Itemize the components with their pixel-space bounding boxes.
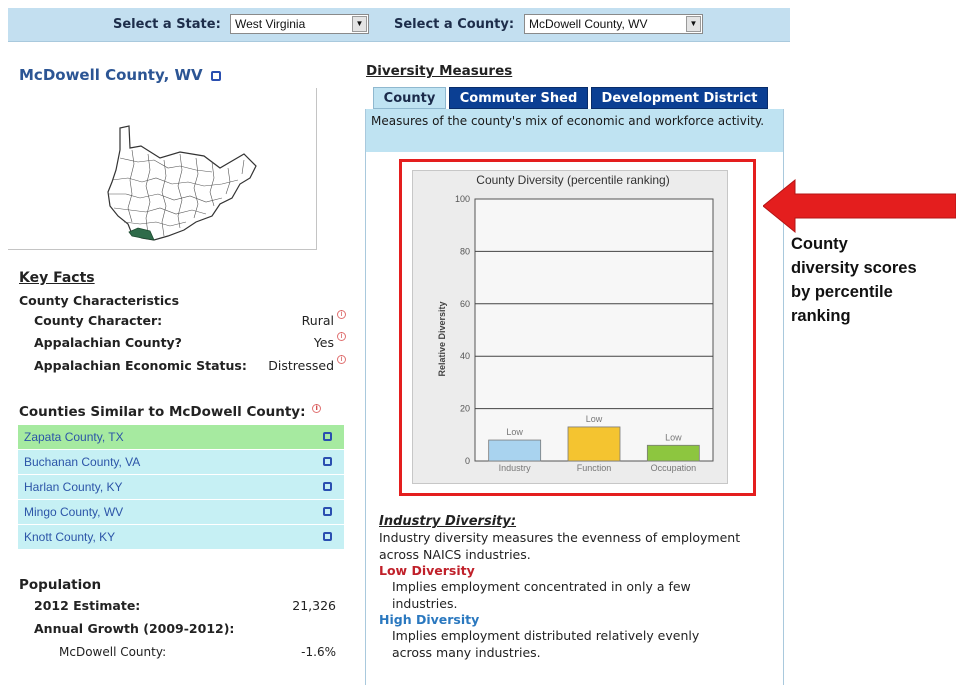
info-icon[interactable]: i — [312, 404, 322, 413]
county-title: McDowell County, WV — [19, 66, 221, 84]
fact-label: Appalachian County? — [34, 335, 182, 350]
external-link-icon[interactable] — [323, 432, 332, 441]
high-diversity-text-1: Implies employment distributed relativel… — [392, 628, 700, 643]
tab-county[interactable]: County — [373, 87, 446, 109]
county-growth-label: McDowell County: — [59, 645, 167, 659]
county-growth-row: McDowell County: -1.6% — [59, 645, 336, 663]
chevron-down-icon[interactable]: ▼ — [352, 16, 367, 32]
similar-counties-heading-text: Counties Similar to McDowell County: — [19, 404, 306, 420]
west-virginia-map — [107, 125, 257, 241]
external-link-icon[interactable] — [323, 507, 332, 516]
similar-county-item[interactable]: Buchanan County, VA — [18, 450, 344, 474]
chevron-down-icon[interactable]: ▼ — [686, 16, 701, 32]
county-select[interactable]: McDowell County, WV ▼ — [524, 14, 703, 34]
callout-line: County — [791, 235, 848, 253]
callout-arrow — [763, 178, 956, 234]
similar-county-link[interactable]: Buchanan County, VA — [24, 455, 140, 469]
fact-row-appalachian: Appalachian County? Yes i — [34, 332, 348, 355]
similar-county-link[interactable]: Mingo County, WV — [24, 505, 123, 519]
similar-counties-heading: Counties Similar to McDowell County: i — [19, 404, 322, 420]
similar-county-link[interactable]: Harlan County, KY — [24, 480, 123, 494]
key-facts-heading: Key Facts — [19, 270, 95, 286]
fact-label: Appalachian Economic Status: — [34, 358, 247, 373]
fact-label: County Character: — [34, 313, 163, 328]
diversity-measures-heading: Diversity Measures — [366, 63, 513, 79]
fact-value: Rural — [301, 313, 334, 328]
similar-county-link[interactable]: Knott County, KY — [24, 530, 115, 544]
fact-row-economic-status: Appalachian Economic Status: Distressed … — [34, 355, 348, 378]
external-link-icon[interactable] — [323, 457, 332, 466]
fact-value: Distressed — [268, 358, 334, 373]
county-select-value: McDowell County, WV — [529, 17, 648, 31]
county-select-label: Select a County: — [394, 17, 515, 32]
state-select[interactable]: West Virginia ▼ — [230, 14, 369, 34]
high-diversity-text-2: across many industries. — [392, 645, 541, 660]
external-link-icon[interactable] — [210, 71, 221, 81]
county-growth-value: -1.6% — [301, 645, 336, 659]
population-estimate-row: 2012 Estimate: 21,326 — [34, 598, 336, 616]
similar-county-item[interactable]: Zapata County, TX — [18, 425, 344, 449]
red-arrow-icon — [763, 178, 956, 234]
tab-development-district[interactable]: Development District — [591, 87, 768, 109]
callout-line: diversity scores — [791, 259, 917, 277]
tab-commuter-shed[interactable]: Commuter Shed — [449, 87, 588, 109]
selector-bar: Select a State: West Virginia ▼ Select a… — [8, 8, 790, 42]
similar-county-item[interactable]: Knott County, KY — [18, 525, 344, 549]
callout-line: by percentile — [791, 283, 893, 301]
population-estimate-label: 2012 Estimate: — [34, 598, 141, 613]
low-diversity-text-2: industries. — [392, 596, 458, 611]
annual-growth-label: Annual Growth (2009-2012): — [34, 621, 235, 636]
fact-value: Yes — [313, 335, 334, 350]
callout-text: County diversity scores by percentile ra… — [791, 232, 956, 328]
low-diversity-heading: Low Diversity — [379, 563, 475, 578]
industry-diversity-heading: Industry Diversity: — [379, 514, 517, 529]
external-link-icon[interactable] — [323, 532, 332, 541]
state-select-value: West Virginia — [235, 17, 306, 31]
fact-row-character: County Character: Rural i — [34, 310, 348, 333]
state-select-label: Select a State: — [113, 17, 221, 32]
similar-county-item[interactable]: Harlan County, KY — [18, 475, 344, 499]
info-icon[interactable]: i — [337, 355, 346, 364]
info-icon[interactable]: i — [337, 332, 346, 341]
external-link-icon[interactable] — [323, 482, 332, 491]
info-icon[interactable]: i — [337, 310, 346, 319]
similar-county-item[interactable]: Mingo County, WV — [18, 500, 344, 524]
county-map — [8, 88, 317, 250]
similar-county-link[interactable]: Zapata County, TX — [24, 430, 124, 444]
panel-description: Measures of the county's mix of economic… — [366, 109, 783, 152]
callout-line: ranking — [791, 307, 851, 325]
county-characteristics-heading: County Characteristics — [19, 293, 180, 308]
similar-counties-list: Zapata County, TX Buchanan County, VA Ha… — [18, 425, 344, 550]
county-title-text: McDowell County, WV — [19, 66, 203, 84]
annual-growth-label-row: Annual Growth (2009-2012): — [34, 621, 234, 639]
population-heading: Population — [19, 577, 102, 593]
chart-highlight-box — [399, 159, 756, 496]
industry-diversity-text-1: Industry diversity measures the evenness… — [379, 530, 741, 545]
high-diversity-heading: High Diversity — [379, 612, 480, 627]
low-diversity-text-1: Implies employment concentrated in only … — [392, 579, 691, 594]
industry-diversity-text-2: across NAICS industries. — [379, 547, 531, 562]
population-estimate-value: 21,326 — [292, 598, 336, 613]
